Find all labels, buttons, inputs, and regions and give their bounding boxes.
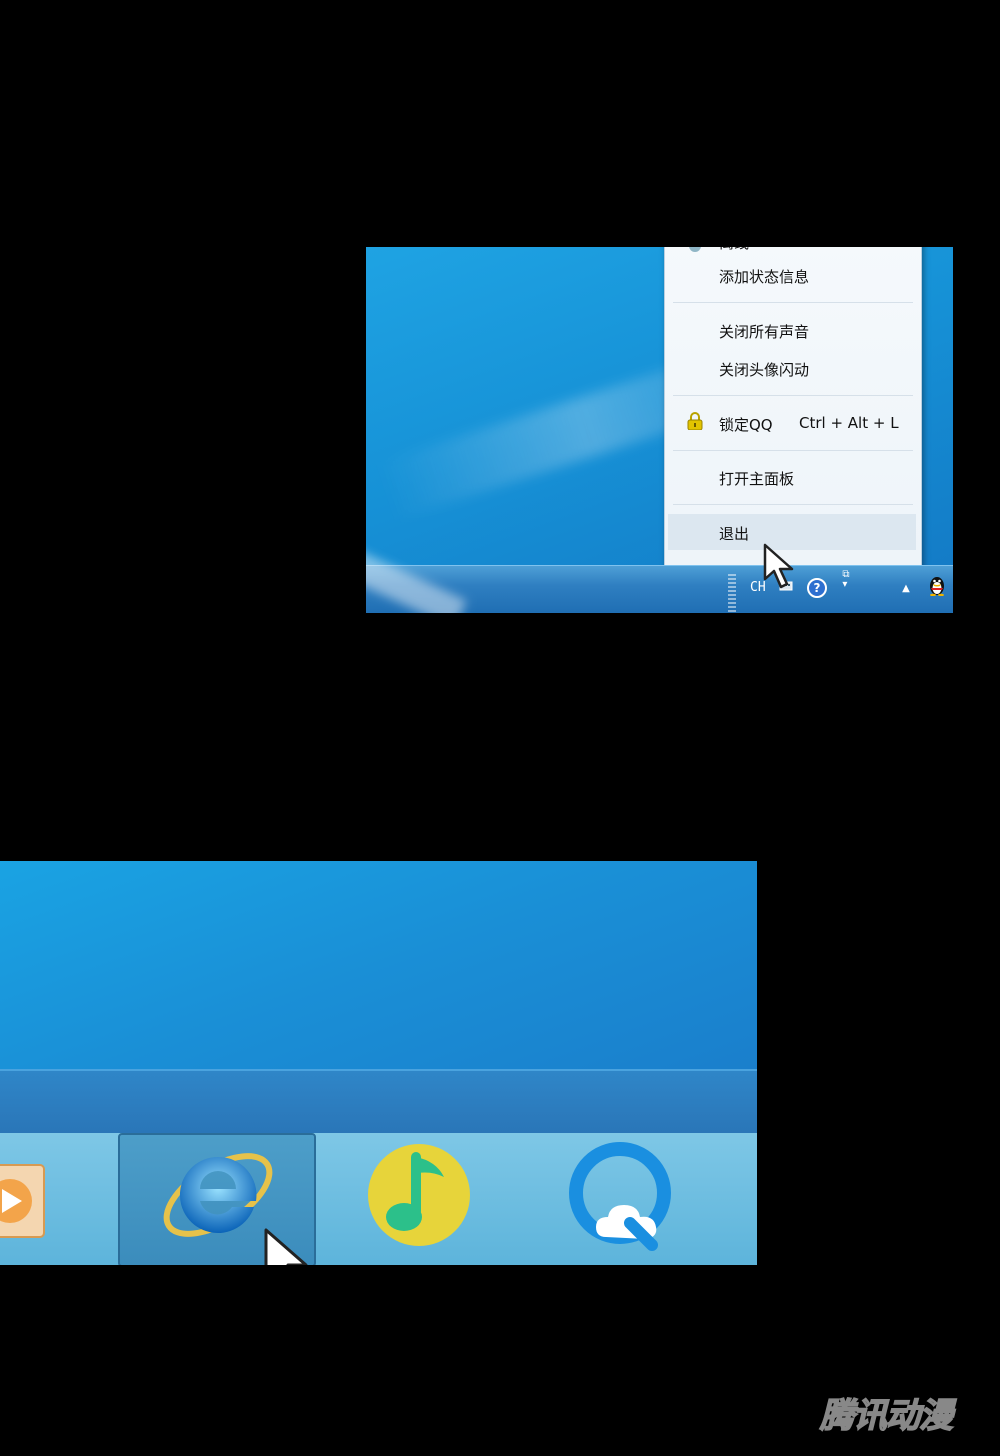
menu-item-offline[interactable]: 离线 xyxy=(719,247,749,253)
taskbar-glow xyxy=(366,550,467,613)
qq-music-icon[interactable] xyxy=(366,1139,472,1249)
menu-item-lock-qq[interactable]: 锁定QQ xyxy=(719,414,773,435)
show-hidden-icons-chevron-icon[interactable]: ▲ xyxy=(896,578,916,598)
taskbar-top-strip xyxy=(0,1069,757,1133)
menu-separator xyxy=(673,302,913,303)
menu-separator xyxy=(673,504,913,505)
qq-tray-context-menu: 离线 添加状态信息 关闭所有声音 关闭头像闪动 锁定QQ Ctrl + Alt … xyxy=(664,247,922,571)
qq-cloud-icon[interactable] xyxy=(566,1137,676,1251)
menu-item-open-main-panel[interactable]: 打开主面板 xyxy=(719,468,794,489)
qq-tray-menu-screenshot: 离线 添加状态信息 关闭所有声音 关闭头像闪动 锁定QQ Ctrl + Alt … xyxy=(366,247,953,613)
offline-status-icon xyxy=(689,247,701,252)
tray-grip[interactable] xyxy=(728,574,736,612)
lock-qq-shortcut: Ctrl + Alt + L xyxy=(799,414,899,432)
language-bar-options-icon[interactable]: ⧉ ▾ xyxy=(836,570,856,590)
help-icon[interactable]: ? xyxy=(807,578,827,598)
menu-separator xyxy=(673,450,913,451)
menu-item-mute-all-sounds[interactable]: 关闭所有声音 xyxy=(719,321,809,342)
watermark: 腾讯动漫 xyxy=(819,1395,954,1437)
menu-separator xyxy=(673,395,913,396)
mouse-cursor-icon xyxy=(763,543,794,589)
desktop-background xyxy=(0,861,757,1069)
menu-item-stop-avatar-flashing[interactable]: 关闭头像闪动 xyxy=(719,359,809,380)
taskbar: CH ? ⧉ ▾ ▲ xyxy=(366,550,953,613)
taskbar-screenshot xyxy=(0,861,757,1265)
menu-item-exit[interactable]: 退出 xyxy=(719,523,749,544)
qq-penguin-icon[interactable] xyxy=(928,574,946,596)
menu-item-add-status-info[interactable]: 添加状态信息 xyxy=(719,266,809,287)
lock-icon xyxy=(687,412,703,430)
mouse-cursor-icon xyxy=(264,1228,308,1265)
media-player-icon[interactable] xyxy=(0,1161,52,1241)
